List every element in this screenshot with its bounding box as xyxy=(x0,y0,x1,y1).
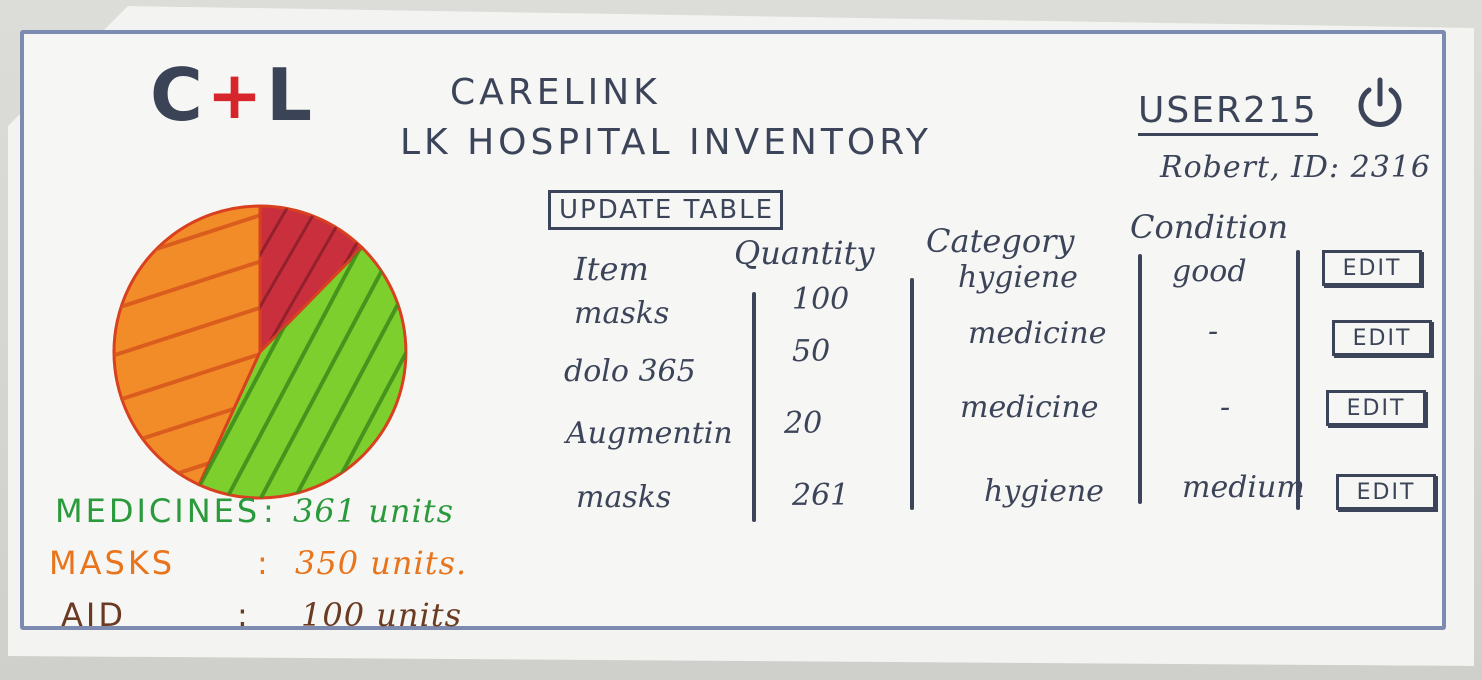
legend-separator: : xyxy=(263,492,277,530)
cell-item: masks xyxy=(574,296,670,331)
column-header-condition: Condition xyxy=(1130,208,1289,246)
cell-item: masks xyxy=(576,480,672,515)
cell-condition: - xyxy=(1220,390,1231,425)
cell-condition: - xyxy=(1208,314,1219,349)
cell-condition: medium xyxy=(1182,470,1305,505)
legend-separator: : xyxy=(257,544,271,582)
cell-category: medicine xyxy=(968,316,1107,351)
cell-item: Augmentin xyxy=(566,416,733,451)
cell-quantity: 20 xyxy=(784,406,823,441)
legend-value: 361 units xyxy=(293,492,454,530)
power-button[interactable] xyxy=(1352,76,1408,132)
legend-label: MASKS xyxy=(49,544,176,582)
app-subtitle: LK HOSPITAL INVENTORY xyxy=(400,122,932,163)
carelink-logo: C + L xyxy=(150,50,314,140)
logo-letter-l: L xyxy=(266,53,315,137)
column-divider xyxy=(752,292,756,522)
logo-letter-c: C xyxy=(150,53,205,137)
column-header-item: Item xyxy=(574,250,649,288)
legend-row-aid: AID : 100 units xyxy=(61,596,461,634)
legend-label: AID xyxy=(61,596,126,634)
inventory-table: Item Quantity Category Condition masks 1… xyxy=(540,208,1440,530)
legend-row-masks: MASKS : 350 units. xyxy=(49,544,466,582)
cell-condition: good xyxy=(1172,254,1247,289)
pie-chart-svg xyxy=(112,204,408,500)
cell-category: hygiene xyxy=(984,474,1104,509)
cell-category: medicine xyxy=(960,390,1099,425)
legend-value: 350 units. xyxy=(295,544,468,582)
power-icon xyxy=(1358,77,1402,127)
legend-value: 100 units xyxy=(301,596,462,634)
column-header-category: Category xyxy=(926,222,1075,260)
logo-cross-icon: + xyxy=(206,56,265,134)
cell-quantity: 261 xyxy=(792,478,850,513)
cell-quantity: 100 xyxy=(792,282,850,317)
cell-category: hygiene xyxy=(958,260,1078,295)
cell-item: dolo 365 xyxy=(564,354,696,389)
column-divider xyxy=(1138,254,1142,504)
edit-button[interactable]: EDIT xyxy=(1326,390,1426,426)
column-header-quantity: Quantity xyxy=(734,234,875,272)
legend-row-medicines: MEDICINES : 361 units xyxy=(55,492,453,530)
legend-label: MEDICINES xyxy=(55,492,261,530)
username: USER215 xyxy=(1138,90,1318,136)
legend-separator: : xyxy=(237,596,251,634)
user-detail: Robert, ID: 2316 xyxy=(1160,150,1431,185)
edit-button[interactable]: EDIT xyxy=(1336,474,1436,510)
edit-button[interactable]: EDIT xyxy=(1322,250,1422,286)
cell-quantity: 50 xyxy=(792,334,831,369)
edit-button[interactable]: EDIT xyxy=(1332,320,1432,356)
inventory-pie-chart xyxy=(100,200,420,510)
column-divider xyxy=(910,278,914,510)
app-title: CARELINK xyxy=(450,72,661,113)
